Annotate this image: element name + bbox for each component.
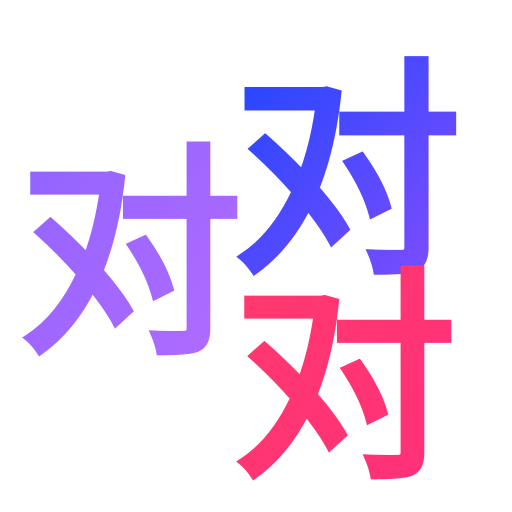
character-dui-purple: 对: [18, 126, 243, 388]
app-logo: 对 对 对: [18, 41, 462, 512]
character-dui-pink: 对: [232, 250, 457, 512]
